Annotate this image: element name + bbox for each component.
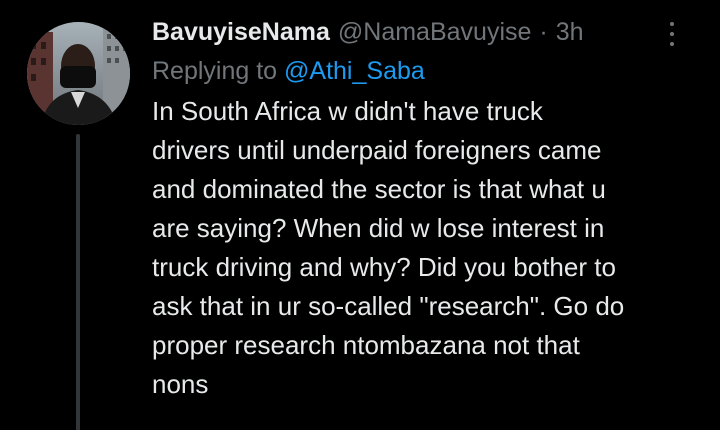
more-dot — [670, 22, 674, 26]
user-handle[interactable]: @NamaBavuyise — [338, 18, 532, 47]
more-dot — [670, 42, 674, 46]
more-dot — [670, 32, 674, 36]
tweet-text-line: proper research ntombazana not that — [152, 330, 580, 360]
tweet-text-line: and dominated the sector is that what u — [152, 174, 606, 204]
replying-label: Replying to — [152, 57, 278, 85]
tweet-text-line: are saying? When did w lose interest in — [152, 213, 605, 243]
separator-dot: · — [539, 17, 548, 46]
tweet-text-line: drivers until underpaid foreigners came — [152, 135, 602, 165]
replying-to: Replying to @Athi_Saba — [152, 54, 712, 88]
replying-to-mention[interactable]: @Athi_Saba — [284, 57, 425, 85]
more-vertical-icon[interactable] — [662, 22, 682, 46]
tweet-text-line: nons — [152, 369, 209, 399]
tweet: BavuyiseNama @NamaBavuyise · 3h Replying… — [0, 0, 720, 430]
tweet-text-line: ask that in ur so-called "research". Go … — [152, 291, 625, 321]
timestamp[interactable]: 3h — [556, 18, 584, 47]
tweet-text: In South Africa w didn't have truck driv… — [152, 92, 707, 404]
avatar[interactable] — [27, 22, 130, 125]
tweet-text-line: truck driving and why? Did you bother to — [152, 252, 616, 282]
thread-line — [76, 134, 80, 430]
avatar-photo — [27, 22, 130, 125]
display-name[interactable]: BavuyiseNama — [152, 18, 330, 47]
tweet-text-line: In South Africa w didn't have truck — [152, 96, 543, 126]
tweet-content: BavuyiseNama @NamaBavuyise · 3h Replying… — [152, 14, 712, 404]
tweet-header: BavuyiseNama @NamaBavuyise · 3h — [152, 14, 712, 50]
tweet-left-column — [27, 22, 130, 430]
